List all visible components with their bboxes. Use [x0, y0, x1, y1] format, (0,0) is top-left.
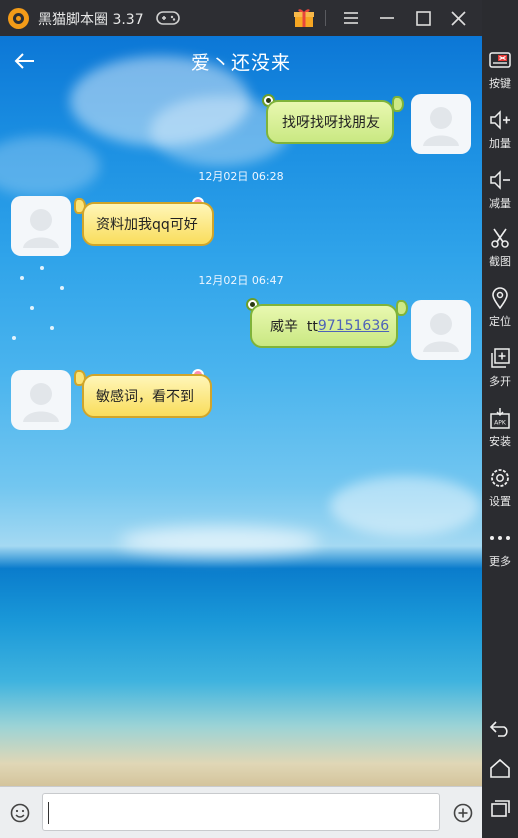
titlebar-divider [325, 10, 326, 26]
emoji-button[interactable] [9, 802, 31, 824]
user-silhouette-icon [423, 313, 459, 352]
sidebar-item-label: 加量 [489, 137, 511, 150]
message-text: 资料加我qq可好 [96, 217, 198, 233]
svg-text:APK: APK [494, 420, 507, 427]
back-nav-icon [489, 721, 508, 737]
message-timestamp: 12月02日 06:28 [198, 170, 284, 183]
emoji-icon [10, 803, 30, 823]
cloud-decoration [0, 136, 100, 196]
maximize-icon[interactable] [411, 6, 435, 30]
message-bubble[interactable]: 威辛 tt 97151636 [246, 298, 408, 348]
message-text: 敏感词，看不到 [96, 389, 194, 405]
user-silhouette-icon [423, 107, 459, 146]
message-bubble[interactable]: 敏感词，看不到 [74, 370, 212, 418]
minimize-icon[interactable] [375, 6, 399, 30]
sidebar-item-label: 截图 [489, 255, 511, 268]
back-nav-button[interactable] [488, 716, 512, 740]
sidebar-item-more[interactable]: 更多 [482, 522, 518, 578]
message-input-bar [0, 786, 482, 838]
avatar[interactable] [411, 94, 471, 154]
plus-icon [453, 803, 473, 823]
volume-down-icon [488, 168, 512, 192]
user-silhouette-icon [23, 209, 59, 248]
logo-icon [8, 8, 29, 29]
apk-install-icon: APK [488, 406, 512, 430]
app-title: 黑猫脚本圈 3.37 [38, 12, 144, 28]
home-nav-icon [490, 758, 510, 778]
emulator-sidebar: 按键 加量 减量 截图 定位 多开 APK 安装 设置 更多 [482, 0, 518, 838]
home-nav-button[interactable] [488, 756, 512, 780]
cloud-decoration [120, 526, 320, 556]
sidebar-item-install-apk[interactable]: APK 安装 [482, 402, 518, 458]
sidebar-item-label: 按键 [489, 77, 511, 90]
user-silhouette-icon [23, 383, 59, 422]
sidebar-item-keymap[interactable]: 按键 [482, 44, 518, 100]
emulator-titlebar: 黑猫脚本圈 3.37 [0, 0, 518, 36]
sidebar-item-settings[interactable]: 设置 [482, 462, 518, 518]
keyboard-icon [488, 48, 512, 72]
scissors-icon [488, 226, 512, 250]
gear-icon [488, 466, 512, 490]
sidebar-item-label: 设置 [489, 495, 511, 508]
gift-icon[interactable] [293, 7, 315, 33]
recents-nav-button[interactable] [488, 796, 512, 820]
more-actions-button[interactable] [452, 802, 474, 824]
chat-header: 爱丶还没来 [0, 36, 482, 86]
chat-title: 爱丶还没来 [190, 52, 291, 74]
sidebar-item-label: 定位 [489, 315, 511, 328]
sidebar-item-location[interactable]: 定位 [482, 282, 518, 338]
sidebar-item-multi-instance[interactable]: 多开 [482, 342, 518, 398]
avatar[interactable] [411, 300, 471, 360]
sidebar-item-label: 安装 [489, 435, 511, 448]
avatar[interactable] [11, 196, 71, 256]
cloud-decoration [330, 476, 480, 536]
more-icon [488, 526, 512, 550]
sidebar-item-volume-down[interactable]: 减量 [482, 164, 518, 220]
message-text: 威辛 tt [270, 319, 318, 335]
message-input[interactable] [42, 793, 440, 831]
sidebar-item-label: 更多 [489, 555, 511, 568]
sidebar-item-label: 减量 [489, 197, 511, 210]
sidebar-item-label: 多开 [489, 375, 511, 388]
message-bubble[interactable]: 找呀找呀找朋友 [262, 94, 404, 144]
sparkle-decoration [40, 266, 44, 270]
message-text: 找呀找呀找朋友 [282, 115, 380, 131]
text-caret [48, 802, 49, 824]
avatar[interactable] [11, 370, 71, 430]
gamepad-icon[interactable] [156, 10, 180, 30]
volume-up-icon [488, 108, 512, 132]
chat-screen: 爱丶还没来 找呀找呀找朋友 12月02日 06:28 资料加我qq可好 12月0… [0, 36, 482, 786]
sidebar-item-screenshot[interactable]: 截图 [482, 222, 518, 278]
message-bubble[interactable]: 资料加我qq可好 [74, 198, 214, 246]
qq-number-link[interactable]: 97151636 [318, 318, 389, 334]
sparkle-decoration [30, 306, 34, 310]
menu-icon[interactable] [339, 6, 363, 30]
close-icon[interactable] [446, 6, 470, 30]
sidebar-item-volume-up[interactable]: 加量 [482, 104, 518, 160]
location-icon [488, 286, 512, 310]
sparkle-decoration [12, 336, 16, 340]
message-timestamp: 12月02日 06:47 [198, 274, 284, 287]
multi-instance-icon [488, 346, 512, 370]
recents-nav-icon [491, 800, 510, 817]
sparkle-decoration [50, 326, 54, 330]
